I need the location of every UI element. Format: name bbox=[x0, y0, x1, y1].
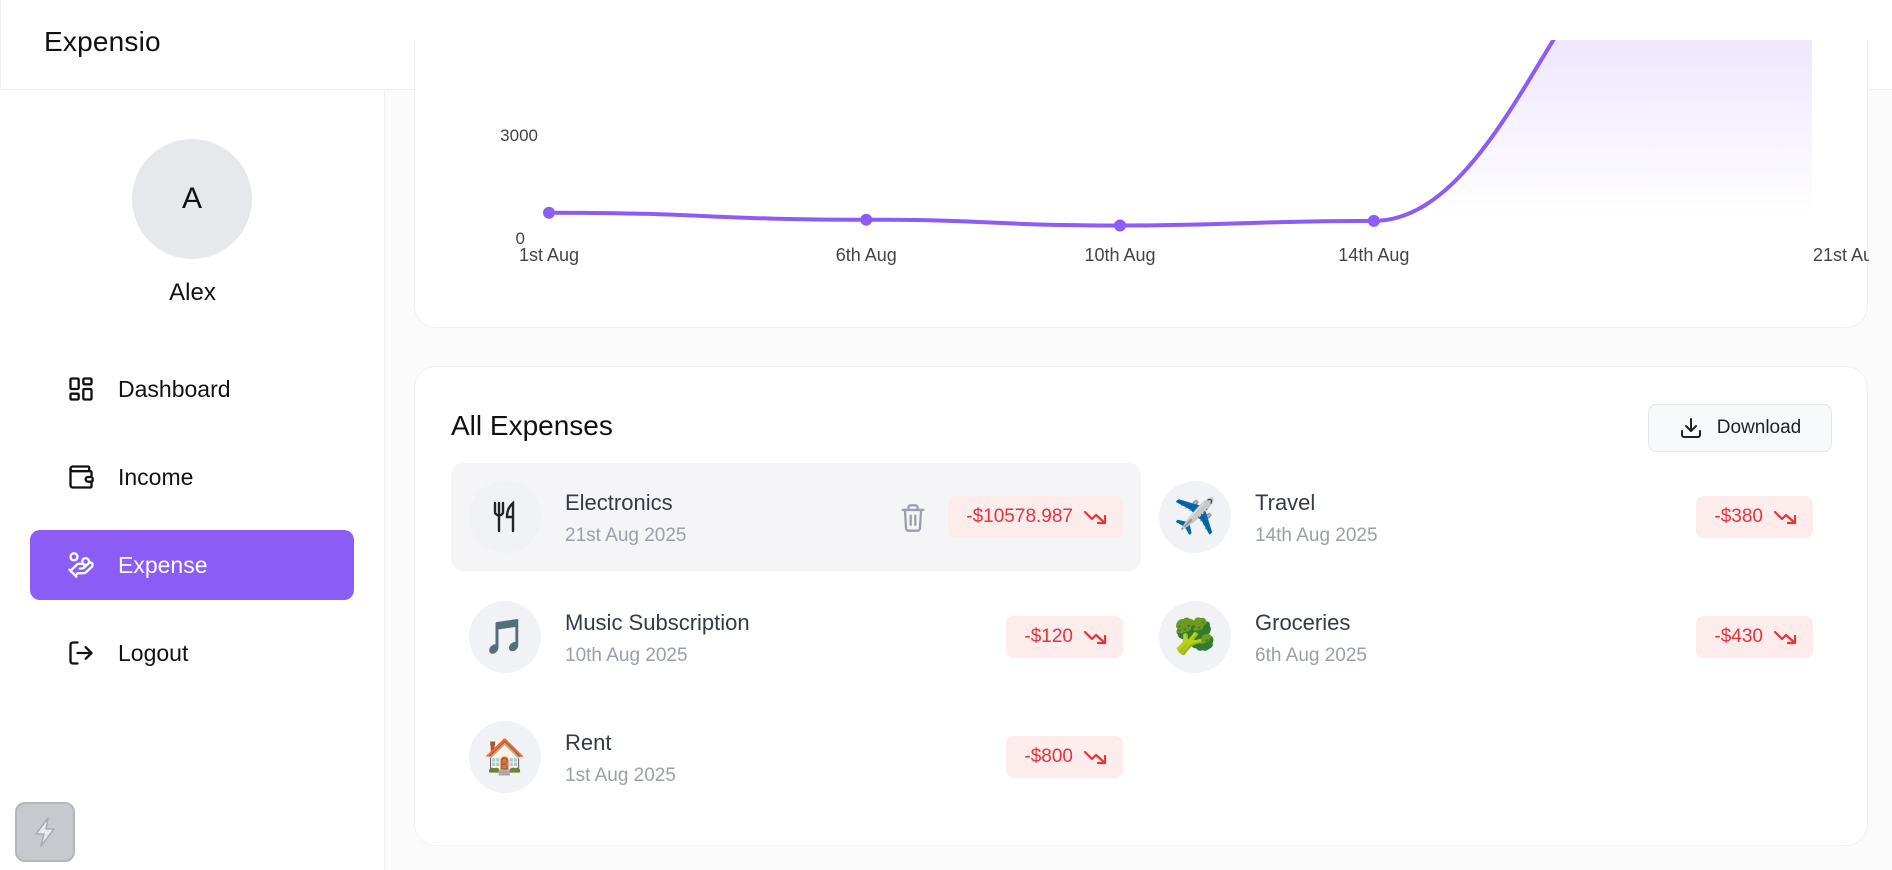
expense-amount-badge: -$10578.987 bbox=[948, 496, 1123, 538]
avatar[interactable]: A bbox=[132, 139, 252, 259]
expense-amount-badge: -$120 bbox=[1006, 616, 1123, 658]
expense-row-rent[interactable]: 🏠 Rent 1st Aug 2025 -$800 bbox=[451, 703, 1141, 811]
trend-down-icon bbox=[1083, 510, 1107, 525]
music-note-icon: 🎵 bbox=[469, 601, 541, 673]
chart-x-tick-label: 6th Aug bbox=[836, 245, 897, 265]
expense-amount: -$380 bbox=[1714, 506, 1763, 527]
chart-data-point[interactable] bbox=[1367, 214, 1380, 227]
download-icon bbox=[1680, 418, 1701, 438]
expense-name: Music Subscription bbox=[565, 610, 750, 635]
broccoli-icon: 🥦 bbox=[1159, 601, 1231, 673]
section-title: All Expenses bbox=[451, 410, 613, 441]
expense-name: Travel bbox=[1255, 490, 1316, 515]
logout-icon bbox=[66, 638, 96, 668]
expense-date: 21st Aug 2025 bbox=[565, 525, 687, 546]
sidebar-item-label: Dashboard bbox=[118, 375, 231, 402]
trend-down-icon bbox=[1773, 510, 1797, 525]
sidebar: A Alex Dashboard Income Expense Logout bbox=[0, 91, 385, 870]
expense-row-travel[interactable]: ✈️ Travel 14th Aug 2025 -$380 bbox=[1141, 463, 1831, 571]
chart-x-tick-label: 1st Aug bbox=[519, 245, 579, 265]
app-title: Expensio bbox=[44, 26, 161, 57]
expense-name: Electronics bbox=[565, 490, 673, 515]
expense-date: 6th Aug 2025 bbox=[1255, 645, 1367, 666]
expense-amount: -$430 bbox=[1714, 626, 1763, 647]
house-icon: 🏠 bbox=[469, 721, 541, 793]
trend-down-icon bbox=[1083, 750, 1107, 765]
utensils-icon bbox=[469, 481, 541, 553]
expense-amount: -$10578.987 bbox=[966, 506, 1073, 527]
chart-data-point[interactable] bbox=[543, 206, 555, 219]
expense-name: Rent bbox=[565, 730, 612, 755]
sidebar-item-label: Income bbox=[118, 463, 194, 490]
expense-amount-badge: -$430 bbox=[1696, 616, 1813, 658]
sidebar-item-dashboard[interactable]: Dashboard bbox=[30, 354, 354, 424]
expense-amount: -$800 bbox=[1024, 746, 1073, 767]
expense-chart-card: 3000 0 1st Aug 6th Aug 10th Aug 14th Aug 21st … bbox=[414, 40, 1869, 328]
hand-coins-icon bbox=[66, 550, 96, 580]
sidebar-item-income[interactable]: Income bbox=[30, 442, 354, 512]
expense-name: Groceries bbox=[1255, 610, 1351, 635]
airplane-icon: ✈️ bbox=[1159, 481, 1231, 553]
chart-data-point[interactable] bbox=[860, 213, 873, 226]
expense-row-music-subscription[interactable]: 🎵 Music Subscription 10th Aug 2025 -$120 bbox=[451, 583, 1141, 691]
chart-y-tick-label: 3000 bbox=[500, 126, 538, 145]
trash-icon bbox=[901, 504, 925, 532]
all-expenses-card: All Expenses Download Electronics 21st A… bbox=[414, 366, 1868, 846]
trend-down-icon bbox=[1083, 630, 1107, 645]
delete-button[interactable] bbox=[899, 503, 927, 533]
download-button[interactable]: Download bbox=[1648, 404, 1832, 452]
expense-date: 10th Aug 2025 bbox=[565, 645, 688, 666]
lightning-widget-button[interactable] bbox=[15, 802, 75, 862]
chart-x-tick-label: 14th Aug bbox=[1338, 245, 1409, 265]
chart-series-line bbox=[547, 40, 1556, 228]
sidebar-item-label: Logout bbox=[118, 639, 189, 666]
sidebar-item-logout[interactable]: Logout bbox=[30, 618, 354, 688]
download-label: Download bbox=[1716, 417, 1802, 438]
trend-down-icon bbox=[1773, 630, 1797, 645]
chart-data-point[interactable] bbox=[1114, 219, 1127, 232]
expense-amount: -$120 bbox=[1024, 626, 1073, 647]
sidebar-item-expense[interactable]: Expense bbox=[30, 530, 354, 600]
expense-line-chart: 300001st Aug 6th Aug 10th Aug 14th Aug 21st … bbox=[500, 40, 1869, 265]
wallet-icon bbox=[66, 462, 96, 492]
chart-x-tick-label: 10th Aug bbox=[1085, 245, 1156, 265]
expense-row-electronics[interactable]: Electronics 21st Aug 2025 -$10578.987 bbox=[451, 463, 1141, 571]
expense-amount-badge: -$800 bbox=[1006, 736, 1123, 778]
expense-row-groceries[interactable]: 🥦 Groceries 6th Aug 2025 -$430 bbox=[1141, 583, 1831, 691]
expense-date: 1st Aug 2025 bbox=[565, 765, 676, 786]
lightning-icon bbox=[35, 817, 55, 847]
sidebar-item-label: Expense bbox=[118, 551, 208, 578]
expense-date: 14th Aug 2025 bbox=[1255, 525, 1378, 546]
dashboard-icon bbox=[66, 374, 96, 404]
chart-x-tick-label: 21st Aug bbox=[1813, 245, 1869, 265]
expense-amount-badge: -$380 bbox=[1696, 496, 1813, 538]
user-name: Alex bbox=[169, 279, 216, 306]
